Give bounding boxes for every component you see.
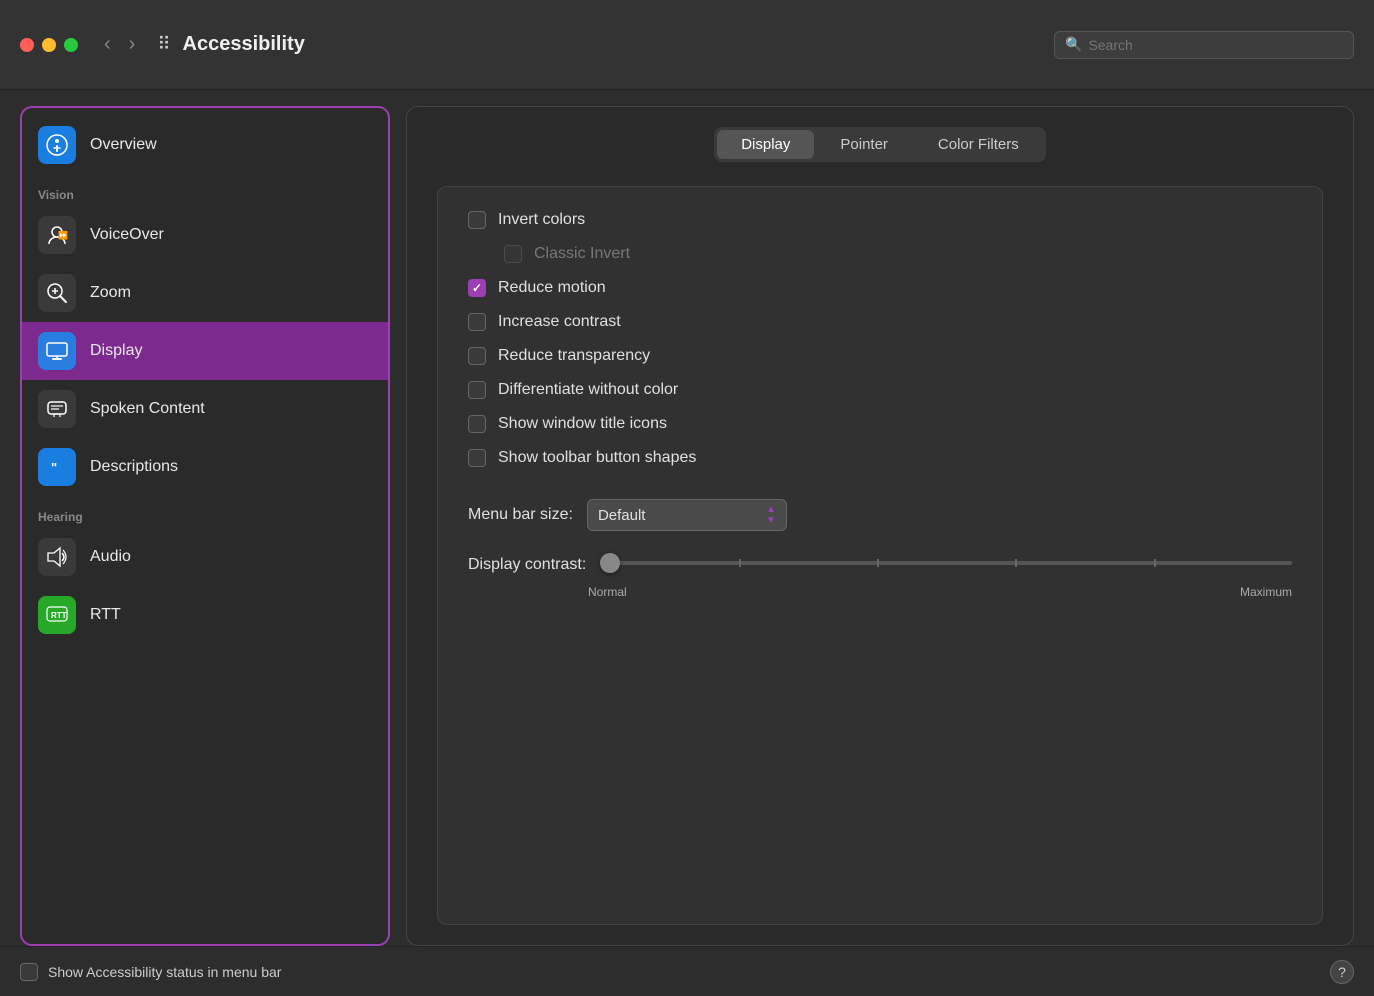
grid-icon[interactable]: ⠿	[157, 34, 170, 55]
traffic-lights	[20, 38, 78, 52]
overview-label: Overview	[90, 136, 157, 154]
sidebar-item-rtt[interactable]: RTT RTT	[22, 586, 388, 644]
stepper-arrows: ▲ ▼	[766, 504, 776, 526]
stepper-down-arrow: ▼	[766, 515, 776, 526]
classic-invert-label: Classic Invert	[534, 245, 630, 263]
classic-invert-checkbox[interactable]	[504, 245, 522, 263]
show-window-title-icons-label: Show window title icons	[498, 415, 667, 433]
reduce-transparency-label: Reduce transparency	[498, 347, 650, 365]
bottom-bar: Show Accessibility status in menu bar ?	[0, 946, 1374, 996]
sidebar-item-zoom[interactable]: Zoom	[22, 264, 388, 322]
close-button[interactable]	[20, 38, 34, 52]
differentiate-without-color-label: Differentiate without color	[498, 381, 678, 399]
slider-thumb[interactable]	[600, 553, 620, 573]
rtt-icon: RTT	[38, 596, 76, 634]
invert-colors-row: Invert colors	[468, 211, 1292, 229]
classic-invert-row: Classic Invert	[468, 245, 1292, 263]
show-accessibility-status-checkbox[interactable]	[20, 963, 38, 981]
audio-icon	[38, 538, 76, 576]
slider-header: Display contrast:	[468, 551, 1292, 579]
hearing-section-label: Hearing	[22, 496, 388, 528]
reduce-motion-row: Reduce motion	[468, 279, 1292, 297]
help-button[interactable]: ?	[1330, 960, 1354, 984]
reduce-transparency-row: Reduce transparency	[468, 347, 1292, 365]
differentiate-without-color-row: Differentiate without color	[468, 381, 1292, 399]
rtt-label: RTT	[90, 606, 121, 624]
stepper-up-arrow: ▲	[766, 504, 776, 515]
show-toolbar-button-shapes-label: Show toolbar button shapes	[498, 449, 696, 467]
reduce-motion-label: Reduce motion	[498, 279, 606, 297]
sidebar-item-voiceover[interactable]: ⏩ VoiceOver	[22, 206, 388, 264]
settings-panel: Invert colors Classic Invert Reduce moti…	[437, 186, 1323, 925]
tab-group: Display Pointer Color Filters	[714, 127, 1046, 162]
differentiate-without-color-checkbox[interactable]	[468, 381, 486, 399]
slider-track[interactable]	[600, 561, 1292, 565]
display-contrast-label: Display contrast:	[468, 556, 586, 574]
zoom-icon	[38, 274, 76, 312]
back-button[interactable]: ‹	[98, 29, 117, 60]
svg-text:": "	[51, 460, 57, 475]
invert-colors-checkbox[interactable]	[468, 211, 486, 229]
minimize-button[interactable]	[42, 38, 56, 52]
slider-normal-label: Normal	[588, 585, 627, 599]
window-title: Accessibility	[183, 33, 305, 56]
svg-text:⏩: ⏩	[58, 230, 68, 240]
sidebar-item-spoken-content[interactable]: Spoken Content	[22, 380, 388, 438]
overview-icon	[38, 126, 76, 164]
tabs-container: Display Pointer Color Filters	[437, 127, 1323, 162]
tab-color-filters[interactable]: Color Filters	[914, 130, 1043, 159]
menu-bar-default-value: Default	[598, 507, 646, 524]
menu-bar-size-select[interactable]: Default ▲ ▼	[587, 499, 787, 531]
search-icon: 🔍	[1065, 36, 1082, 53]
display-contrast-row: Display contrast: Normal Maximum	[468, 551, 1292, 599]
voiceover-icon: ⏩	[38, 216, 76, 254]
maximize-button[interactable]	[64, 38, 78, 52]
spoken-content-label: Spoken Content	[90, 400, 205, 418]
nav-buttons: ‹ ›	[98, 29, 141, 60]
display-label: Display	[90, 342, 142, 360]
bottom-left: Show Accessibility status in menu bar	[20, 963, 281, 981]
descriptions-label: Descriptions	[90, 458, 178, 476]
search-input[interactable]	[1088, 37, 1343, 53]
show-toolbar-button-shapes-checkbox[interactable]	[468, 449, 486, 467]
show-window-title-icons-row: Show window title icons	[468, 415, 1292, 433]
menu-bar-size-label: Menu bar size:	[468, 506, 573, 524]
sidebar: Overview Vision ⏩ VoiceOver	[20, 106, 390, 946]
right-panel: Display Pointer Color Filters Invert col…	[406, 106, 1354, 946]
sidebar-item-display[interactable]: Display	[22, 322, 388, 380]
zoom-label: Zoom	[90, 284, 131, 302]
show-accessibility-status-label: Show Accessibility status in menu bar	[48, 964, 281, 980]
svg-text:RTT: RTT	[51, 611, 67, 620]
forward-button[interactable]: ›	[123, 29, 142, 60]
titlebar: ‹ › ⠿ Accessibility 🔍	[0, 0, 1374, 90]
tab-pointer[interactable]: Pointer	[816, 130, 912, 159]
show-toolbar-button-shapes-row: Show toolbar button shapes	[468, 449, 1292, 467]
search-box[interactable]: 🔍	[1054, 31, 1354, 59]
show-window-title-icons-checkbox[interactable]	[468, 415, 486, 433]
voiceover-label: VoiceOver	[90, 226, 164, 244]
reduce-transparency-checkbox[interactable]	[468, 347, 486, 365]
increase-contrast-checkbox[interactable]	[468, 313, 486, 331]
increase-contrast-label: Increase contrast	[498, 313, 621, 331]
invert-colors-label: Invert colors	[498, 211, 585, 229]
increase-contrast-row: Increase contrast	[468, 313, 1292, 331]
slider-maximum-label: Maximum	[1240, 585, 1292, 599]
vision-section-label: Vision	[22, 174, 388, 206]
display-icon	[38, 332, 76, 370]
audio-label: Audio	[90, 548, 131, 566]
menu-bar-size-row: Menu bar size: Default ▲ ▼	[468, 499, 1292, 531]
descriptions-icon: "	[38, 448, 76, 486]
slider-labels: Normal Maximum	[588, 585, 1292, 599]
main-content: Overview Vision ⏩ VoiceOver	[0, 90, 1374, 946]
tab-display[interactable]: Display	[717, 130, 814, 159]
spoken-content-icon	[38, 390, 76, 428]
sidebar-item-audio[interactable]: Audio	[22, 528, 388, 586]
reduce-motion-checkbox[interactable]	[468, 279, 486, 297]
sidebar-item-descriptions[interactable]: " Descriptions	[22, 438, 388, 496]
sidebar-item-overview[interactable]: Overview	[22, 116, 388, 174]
